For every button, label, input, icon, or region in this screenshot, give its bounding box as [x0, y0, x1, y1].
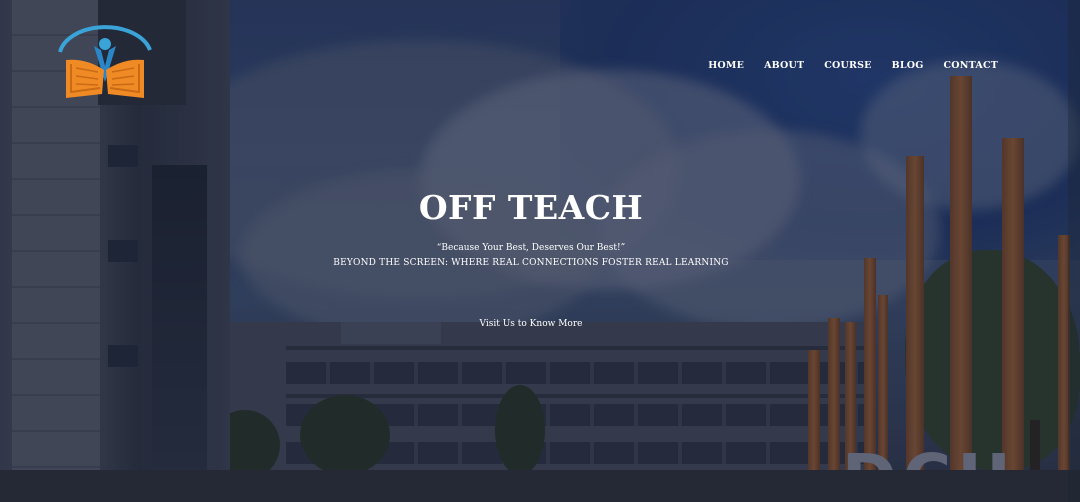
book-person-logo-icon — [58, 25, 152, 98]
main-nav: HOME ABOUT COURSE BLOG CONTACT — [708, 60, 998, 71]
nav-blog[interactable]: BLOG — [892, 60, 924, 71]
hero-quote: “Because Your Best, Deserves Our Best!” — [436, 243, 626, 253]
visit-us-link[interactable]: Visit Us to Know More — [480, 319, 583, 329]
nav-home[interactable]: HOME — [708, 60, 744, 71]
hero-tagline: BEYOND THE SCREEN: WHERE REAL CONNECTION… — [333, 258, 729, 268]
site-logo[interactable] — [54, 22, 154, 102]
hero-title: OFF TEACH — [418, 188, 644, 227]
nav-about[interactable]: ABOUT — [764, 60, 804, 71]
nav-course[interactable]: COURSE — [824, 60, 871, 71]
cta-container: Visit Us to Know More — [0, 311, 1062, 330]
page-edge — [1068, 0, 1080, 502]
nav-contact[interactable]: CONTACT — [944, 60, 998, 71]
hero-section: DCU HOME ABOUT COURSE BLOG CONTACT OFF T… — [0, 0, 1080, 502]
